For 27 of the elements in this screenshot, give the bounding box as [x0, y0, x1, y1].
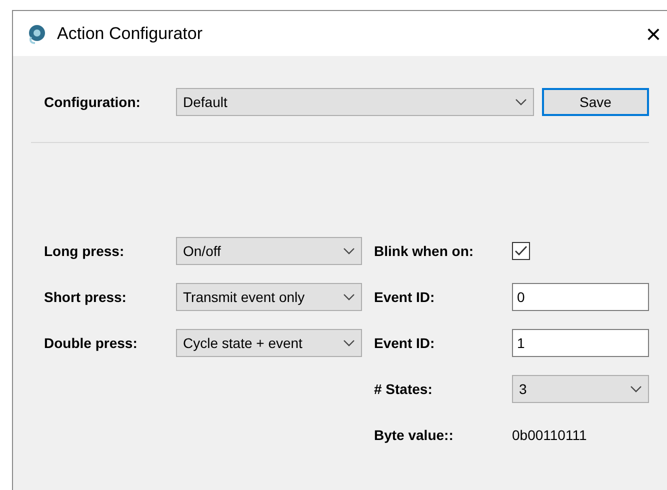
chevron-down-icon	[343, 247, 355, 255]
close-button[interactable]: ×	[644, 20, 663, 46]
chevron-down-icon	[630, 385, 642, 393]
checkbox[interactable]	[512, 242, 530, 260]
checkmark-icon	[514, 245, 528, 257]
input-field[interactable]: 0	[512, 283, 649, 311]
dropdown[interactable]: Cycle state + event	[176, 329, 362, 357]
input-field[interactable]: 1	[512, 329, 649, 357]
configuration-label: Configuration:	[44, 92, 142, 112]
dropdown[interactable]: 3	[512, 375, 649, 403]
row-label: Long press:	[44, 242, 126, 261]
row-label: Short press:	[44, 288, 128, 307]
dropdown[interactable]: On/off	[176, 237, 362, 265]
chevron-down-icon	[343, 293, 355, 301]
row-label: Event ID:	[374, 334, 436, 352]
row-label: # States:	[374, 380, 434, 398]
chevron-down-icon	[515, 98, 527, 106]
row-label: Byte value::	[374, 426, 454, 445]
chevron-down-icon	[343, 339, 355, 347]
dropdown[interactable]: Transmit event only	[176, 283, 362, 311]
window-title: Action Configurator	[57, 22, 203, 45]
save-button[interactable]: Save	[542, 88, 649, 116]
dropdown[interactable]: Default	[176, 88, 534, 116]
row-label: Double press:	[44, 334, 138, 353]
row-label: Event ID:	[374, 288, 436, 306]
row-label: Blink when on:	[374, 242, 475, 260]
byte-value: 0b00110111	[512, 426, 587, 444]
